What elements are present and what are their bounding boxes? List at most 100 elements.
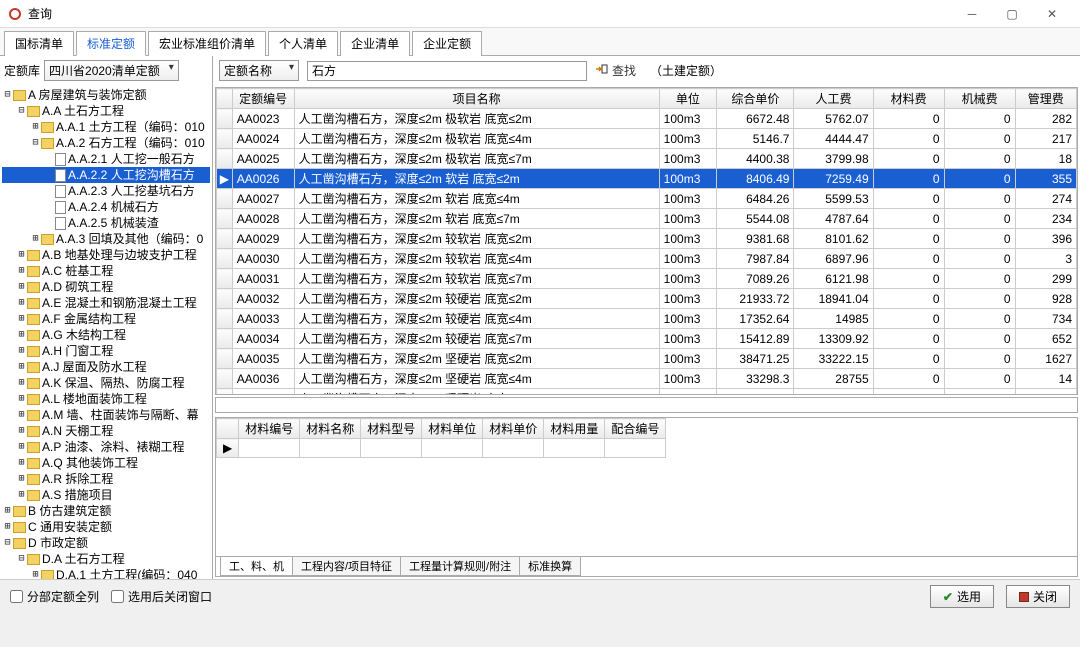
bottom-tab[interactable]: 工、料、机 <box>220 557 293 576</box>
top-tab[interactable]: 宏业标准组价清单 <box>148 31 266 56</box>
tree-node[interactable]: ⊟A 房屋建筑与装饰定额 <box>2 87 210 103</box>
tree-toggle-icon[interactable]: ⊞ <box>16 439 27 455</box>
table-row[interactable]: AA0027人工凿沟槽石方，深度≤2m 软岩 底宽≤4m100m36484.26… <box>217 189 1077 209</box>
tree-toggle-icon[interactable]: ⊞ <box>16 391 27 407</box>
tree-toggle-icon[interactable]: ⊞ <box>16 359 27 375</box>
grid-header[interactable]: 综合单价 <box>717 89 794 109</box>
top-tab[interactable]: 标准定额 <box>76 31 146 56</box>
tree-node[interactable]: ⊟D.A 土石方工程 <box>2 551 210 567</box>
grid-header[interactable]: 项目名称 <box>294 89 659 109</box>
tree-node[interactable]: ⊞A.F 金属结构工程 <box>2 311 210 327</box>
grid-header[interactable]: 定额编号 <box>232 89 294 109</box>
main-grid[interactable]: 定额编号项目名称单位综合单价人工费材料费机械费管理费AA0023人工凿沟槽石方，… <box>215 87 1078 395</box>
tree-node[interactable]: ⊞A.A.1 土方工程（编码：010 <box>2 119 210 135</box>
tree-toggle-icon[interactable]: ⊟ <box>2 535 13 551</box>
tree-node[interactable]: ⊞D.A.1 土方工程(编码：040 <box>2 567 210 579</box>
tree-node[interactable]: ⊞A.C 桩基工程 <box>2 263 210 279</box>
table-row[interactable]: AA0023人工凿沟槽石方，深度≤2m 极软岩 底宽≤2m100m36672.4… <box>217 109 1077 129</box>
tree-node[interactable]: ⊞A.E 混凝土和钢筋混凝土工程 <box>2 295 210 311</box>
search-input[interactable] <box>307 61 587 81</box>
mat-header[interactable]: 材料单位 <box>422 419 483 439</box>
chk-list-all[interactable]: 分部定额全列 <box>10 588 99 605</box>
tree-toggle-icon[interactable]: ⊞ <box>16 487 27 503</box>
tree-toggle-icon[interactable]: ⊞ <box>16 247 27 263</box>
table-row[interactable]: AA0024人工凿沟槽石方，深度≤2m 极软岩 底宽≤4m100m35146.7… <box>217 129 1077 149</box>
table-row[interactable]: AA0034人工凿沟槽石方，深度≤2m 较硬岩 底宽≤7m100m315412.… <box>217 329 1077 349</box>
tree-toggle-icon[interactable]: ⊞ <box>30 119 41 135</box>
tree-node[interactable]: ⊞A.K 保温、隔热、防腐工程 <box>2 375 210 391</box>
tree-toggle-icon[interactable]: ⊟ <box>2 87 13 103</box>
maximize-button[interactable]: ▢ <box>992 1 1032 27</box>
table-row[interactable]: AA0025人工凿沟槽石方，深度≤2m 极软岩 底宽≤7m100m34400.3… <box>217 149 1077 169</box>
tree-toggle-icon[interactable]: ⊟ <box>30 135 41 151</box>
table-row[interactable]: ▶AA0026人工凿沟槽石方，深度≤2m 软岩 底宽≤2m100m38406.4… <box>217 169 1077 189</box>
top-tab[interactable]: 国标清单 <box>4 31 74 56</box>
tree-node[interactable]: ⊞A.D 砌筑工程 <box>2 279 210 295</box>
tree-toggle-icon[interactable]: ⊞ <box>16 327 27 343</box>
grid-header[interactable]: 人工费 <box>794 89 873 109</box>
mat-header[interactable]: 材料名称 <box>300 419 361 439</box>
grid-header[interactable]: 材料费 <box>873 89 944 109</box>
top-tab[interactable]: 个人清单 <box>268 31 338 56</box>
lib-combo[interactable]: 四川省2020清单定额 <box>44 60 179 81</box>
tree-toggle-icon[interactable]: ⊞ <box>16 423 27 439</box>
grid-header[interactable]: 单位 <box>659 89 717 109</box>
search-button[interactable]: 查找 <box>595 62 636 79</box>
tree-node[interactable]: ⊟A.A.2 石方工程（编码：010 <box>2 135 210 151</box>
material-grid[interactable]: 材料编号材料名称材料型号材料单位材料单价材料用量配合编号▶ <box>216 418 666 458</box>
mat-header[interactable]: 材料编号 <box>239 419 300 439</box>
tree-node[interactable]: A.A.2.1 人工挖一般石方 <box>2 151 210 167</box>
tree-node[interactable]: A.A.2.4 机械石方 <box>2 199 210 215</box>
grid-header[interactable]: 管理费 <box>1015 89 1076 109</box>
tree-toggle-icon[interactable]: ⊞ <box>2 519 13 535</box>
tree-toggle-icon[interactable]: ⊞ <box>30 231 41 247</box>
grid-header[interactable]: 机械费 <box>944 89 1015 109</box>
name-mode-combo[interactable]: 定额名称 <box>219 60 299 81</box>
tree-toggle-icon[interactable]: ⊞ <box>16 263 27 279</box>
tree-node[interactable]: A.A.2.2 人工挖沟槽石方 <box>2 167 210 183</box>
tree-node[interactable]: A.A.2.3 人工挖基坑石方 <box>2 183 210 199</box>
bottom-tab[interactable]: 工程内容/项目特征 <box>292 557 401 576</box>
chk-close-after[interactable]: 选用后关闭窗口 <box>111 588 212 605</box>
bottom-tab[interactable]: 标准换算 <box>519 557 581 576</box>
tree-node[interactable]: ⊞A.R 拆除工程 <box>2 471 210 487</box>
tree-toggle-icon[interactable]: ⊟ <box>16 551 27 567</box>
bottom-tab[interactable]: 工程量计算规则/附注 <box>400 557 520 576</box>
select-button[interactable]: ✔选用 <box>930 585 994 608</box>
table-row[interactable]: AA0030人工凿沟槽石方，深度≤2m 较软岩 底宽≤4m100m37987.8… <box>217 249 1077 269</box>
tree-node[interactable]: ⊞A.B 地基处理与边坡支护工程 <box>2 247 210 263</box>
tree-toggle-icon[interactable]: ⊞ <box>16 279 27 295</box>
table-row[interactable]: AA0029人工凿沟槽石方，深度≤2m 较软岩 底宽≤2m100m39381.6… <box>217 229 1077 249</box>
table-row[interactable]: AA0033人工凿沟槽石方，深度≤2m 较硬岩 底宽≤4m100m317352.… <box>217 309 1077 329</box>
tree-node[interactable]: ⊞A.M 墙、柱面装饰与隔断、幕 <box>2 407 210 423</box>
tree-node[interactable]: ⊞A.Q 其他装饰工程 <box>2 455 210 471</box>
mat-header[interactable]: 材料型号 <box>361 419 422 439</box>
tree-node[interactable]: ⊞A.G 木结构工程 <box>2 327 210 343</box>
tree-node[interactable]: ⊞A.S 措施项目 <box>2 487 210 503</box>
tree-toggle-icon[interactable]: ⊞ <box>2 503 13 519</box>
tree-node[interactable]: A.A.2.5 机械装渣 <box>2 215 210 231</box>
table-row[interactable]: AA0031人工凿沟槽石方，深度≤2m 较软岩 底宽≤7m100m37089.2… <box>217 269 1077 289</box>
table-row[interactable]: AA0028人工凿沟槽石方，深度≤2m 软岩 底宽≤7m100m35544.08… <box>217 209 1077 229</box>
tree-node[interactable]: ⊞A.L 楼地面装饰工程 <box>2 391 210 407</box>
mat-header[interactable]: 配合编号 <box>605 419 666 439</box>
tree-node[interactable]: ⊞A.N 天棚工程 <box>2 423 210 439</box>
table-row[interactable]: AA0037人工凿沟槽石方，深度≤2m 坚硬岩 底宽≤7m100m329168.… <box>217 389 1077 396</box>
tree-toggle-icon[interactable]: ⊞ <box>16 471 27 487</box>
tree-toggle-icon[interactable]: ⊞ <box>16 295 27 311</box>
top-tab[interactable]: 企业清单 <box>340 31 410 56</box>
tree-toggle-icon[interactable]: ⊞ <box>16 311 27 327</box>
tree-node[interactable]: ⊞A.H 门窗工程 <box>2 343 210 359</box>
table-row[interactable]: AA0032人工凿沟槽石方，深度≤2m 较硬岩 底宽≤2m100m321933.… <box>217 289 1077 309</box>
grid-hscroll[interactable] <box>215 397 1078 413</box>
tree-node[interactable]: ⊞A.P 油漆、涂料、裱糊工程 <box>2 439 210 455</box>
top-tab[interactable]: 企业定额 <box>412 31 482 56</box>
tree-toggle-icon[interactable]: ⊞ <box>16 455 27 471</box>
tree-toggle-icon[interactable]: ⊟ <box>16 103 27 119</box>
tree[interactable]: ⊟A 房屋建筑与装饰定额⊟A.A 土石方工程⊞A.A.1 土方工程（编码：010… <box>0 85 212 579</box>
tree-toggle-icon[interactable]: ⊞ <box>16 343 27 359</box>
tree-node[interactable]: ⊟A.A 土石方工程 <box>2 103 210 119</box>
tree-node[interactable]: ⊟D 市政定额 <box>2 535 210 551</box>
tree-node[interactable]: ⊞C 通用安装定额 <box>2 519 210 535</box>
tree-toggle-icon[interactable]: ⊞ <box>16 375 27 391</box>
